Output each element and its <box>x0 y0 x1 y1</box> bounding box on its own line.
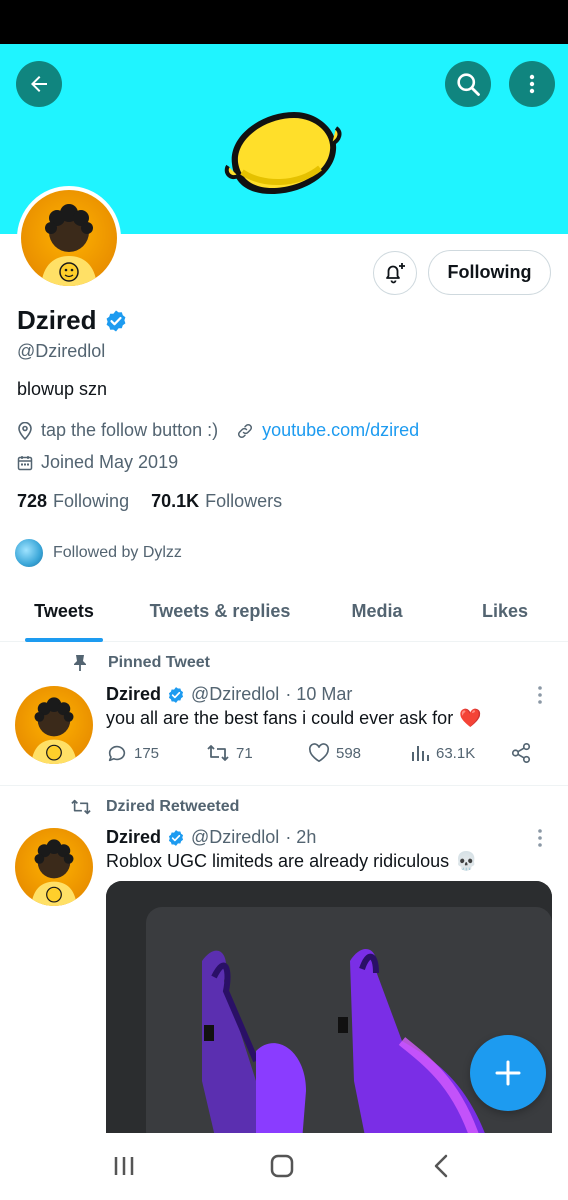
tweet-time: · 10 Mar <box>285 684 353 704</box>
followers-count[interactable]: 70.1K Followers <box>151 491 282 512</box>
bell-plus-icon <box>386 263 405 284</box>
like-action[interactable]: 598 <box>308 743 410 763</box>
followed-by-text: Followed by Dylzz <box>53 544 182 561</box>
reply-icon <box>108 745 126 762</box>
search-button[interactable] <box>445 61 491 107</box>
notifications-bell-button[interactable] <box>373 251 417 295</box>
system-nav-bar <box>0 1133 568 1200</box>
profile-website[interactable]: youtube.com/dzired <box>236 420 419 441</box>
following-count-value: 728 <box>17 491 48 511</box>
follower-avatar <box>13 537 45 569</box>
views-count: 63.1K <box>436 744 476 762</box>
tweet-more-button[interactable] <box>528 683 552 707</box>
following-button[interactable]: Following <box>428 250 551 295</box>
tweet-author-name[interactable]: Dzired <box>106 827 161 848</box>
pinned-tweet-context: Pinned Tweet <box>70 654 210 672</box>
tweet-emoji: ❤️ <box>459 708 482 728</box>
search-icon <box>457 73 480 96</box>
avatar-image <box>15 686 93 764</box>
tweet-author-handle[interactable]: @Dziredlol <box>191 684 279 705</box>
reply-count: 175 <box>134 744 160 762</box>
tweet-text: Roblox UGC limiteds are already ridiculo… <box>106 851 478 872</box>
home-icon <box>270 1154 294 1178</box>
tweet-avatar[interactable] <box>15 686 93 764</box>
pinned-tweet-label: Pinned Tweet <box>108 654 210 671</box>
link-icon <box>238 423 253 438</box>
verified-badge-icon <box>168 829 184 846</box>
tweet-time: · 2h <box>285 827 317 847</box>
verified-badge-icon <box>107 310 126 331</box>
more-vertical-icon <box>538 686 542 704</box>
profile-handle: @Dziredlol <box>17 341 106 361</box>
back-arrow-icon <box>31 76 47 92</box>
tab-likes[interactable]: Likes <box>442 580 568 642</box>
tweet-header: Dzired @Dziredlol · 10 Mar <box>106 684 352 705</box>
more-vertical-icon <box>529 74 535 94</box>
tweet-text-content: you all are the best fans i could ever a… <box>106 708 454 728</box>
profile-display-name: Dzired <box>17 305 97 335</box>
recent-apps-button[interactable] <box>112 1155 136 1182</box>
home-button[interactable] <box>270 1154 294 1183</box>
share-icon <box>511 743 531 763</box>
back-button[interactable] <box>16 61 62 107</box>
avatar-image <box>21 190 117 286</box>
profile-location-text: tap the follow button :) <box>41 420 219 440</box>
tweet-divider <box>0 785 568 786</box>
retweet-context-label: Dzired Retweeted <box>106 798 240 815</box>
tweet-header: Dzired @Dziredlol · 2h <box>106 827 316 848</box>
tweet-more-button[interactable] <box>528 826 552 850</box>
tweet-author-handle[interactable]: @Dziredlol <box>191 827 279 848</box>
profile-joined: Joined May 2019 <box>17 452 178 473</box>
lemon-banner-image <box>224 112 342 194</box>
following-count[interactable]: 728 Following <box>17 491 129 512</box>
retweet-icon <box>207 745 229 761</box>
followers-count-label: Followers <box>205 491 283 511</box>
views-action[interactable]: 63.1K <box>410 743 510 763</box>
tweet-actions: 175 71 598 63.1K <box>106 742 536 764</box>
views-icon <box>412 746 429 761</box>
profile-avatar[interactable] <box>17 186 121 290</box>
tweet-author-name[interactable]: Dzired <box>106 684 161 705</box>
more-options-button[interactable] <box>509 61 555 107</box>
retweet-icon <box>71 799 91 815</box>
retweet-action[interactable]: 71 <box>206 742 308 764</box>
tab-tweets-replies[interactable]: Tweets & replies <box>128 580 312 642</box>
profile-website-link[interactable]: youtube.com/dzired <box>262 420 419 441</box>
verified-badge-icon <box>168 686 184 703</box>
profile-joined-text: Joined May 2019 <box>41 452 179 472</box>
tab-media[interactable]: Media <box>312 580 442 642</box>
followers-count-value: 70.1K <box>151 491 200 511</box>
compose-tweet-button[interactable] <box>470 1035 546 1111</box>
tweet-avatar[interactable] <box>15 828 93 906</box>
profile-location: tap the follow button :) <box>17 420 218 441</box>
retweet-count: 71 <box>236 744 253 762</box>
more-vertical-icon <box>538 829 542 847</box>
profile-counts: 728 Following 70.1K Followers <box>17 491 282 512</box>
back-nav-icon <box>434 1154 448 1178</box>
recent-apps-icon <box>114 1157 134 1175</box>
status-bar <box>0 0 568 44</box>
pin-icon <box>74 655 86 671</box>
location-pin-icon <box>18 421 32 440</box>
following-count-label: Following <box>53 491 130 511</box>
calendar-icon <box>17 455 33 470</box>
back-nav-button[interactable] <box>433 1154 449 1183</box>
avatar-image <box>15 828 93 906</box>
share-action[interactable] <box>510 742 532 764</box>
like-icon <box>308 743 330 763</box>
tweet-text-content: Roblox UGC limiteds are already ridiculo… <box>106 851 450 871</box>
followed-by[interactable]: Followed by Dylzz <box>13 537 182 569</box>
compose-plus-icon <box>495 1060 521 1086</box>
retweet-context: Dzired Retweeted <box>70 797 239 817</box>
tweet-text: you all are the best fans i could ever a… <box>106 708 482 729</box>
profile-joined-row: Joined May 2019 <box>17 452 196 473</box>
profile-meta-row: tap the follow button :) youtube.com/dzi… <box>17 420 437 441</box>
tab-tweets[interactable]: Tweets <box>0 580 128 642</box>
like-count: 598 <box>336 744 362 762</box>
reply-action[interactable]: 175 <box>106 742 206 764</box>
tweet-emoji: 💀 <box>455 851 478 871</box>
profile-bio: blowup szn <box>17 379 108 399</box>
profile-tabs: Tweets Tweets & replies Media Likes <box>0 580 568 642</box>
profile-name-row: Dzired <box>17 305 128 336</box>
